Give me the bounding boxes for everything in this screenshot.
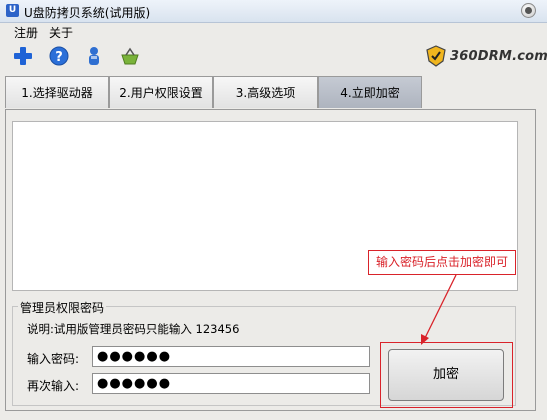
window-title: U盘防拷贝系统(试用版) <box>24 6 151 20</box>
tab-select-drive[interactable]: 1.选择驱动器 <box>5 76 109 108</box>
close-button[interactable] <box>521 3 536 18</box>
instruction-callout: 输入密码后点击加密即可 <box>368 250 516 275</box>
password-label: 输入密码: <box>27 352 80 366</box>
app-icon: U <box>6 4 19 17</box>
svg-text:?: ? <box>55 50 63 65</box>
basket-icon[interactable] <box>120 46 140 66</box>
close-icon <box>525 7 532 14</box>
group-title: 管理员权限密码 <box>18 299 107 316</box>
password-field[interactable]: ●●●●●● <box>92 346 370 367</box>
user-icon[interactable] <box>84 46 104 66</box>
add-icon[interactable] <box>13 46 33 66</box>
tab-encrypt-now[interactable]: 4.立即加密 <box>318 76 422 108</box>
brand-logo: 360DRM.com <box>426 43 547 71</box>
shield-icon <box>426 45 446 67</box>
tab-user-permissions[interactable]: 2.用户权限设置 <box>109 76 213 108</box>
help-icon[interactable]: ? <box>49 46 69 66</box>
brand-text: 360DRM.com <box>450 49 547 64</box>
title-bar: U U盘防拷贝系统(试用版) <box>0 0 547 23</box>
trial-note: 说明:试用版管理员密码只能输入 123456 <box>27 322 240 336</box>
menu-about[interactable]: 关于 <box>49 24 73 41</box>
menu-register[interactable]: 注册 <box>14 24 38 41</box>
encrypt-button[interactable]: 加密 <box>388 349 504 401</box>
tab-advanced-options[interactable]: 3.高级选项 <box>213 76 318 108</box>
menu-bar: 注册 关于 <box>0 22 547 40</box>
confirm-password-label: 再次输入: <box>27 379 80 393</box>
confirm-password-field[interactable]: ●●●●●● <box>92 373 370 394</box>
